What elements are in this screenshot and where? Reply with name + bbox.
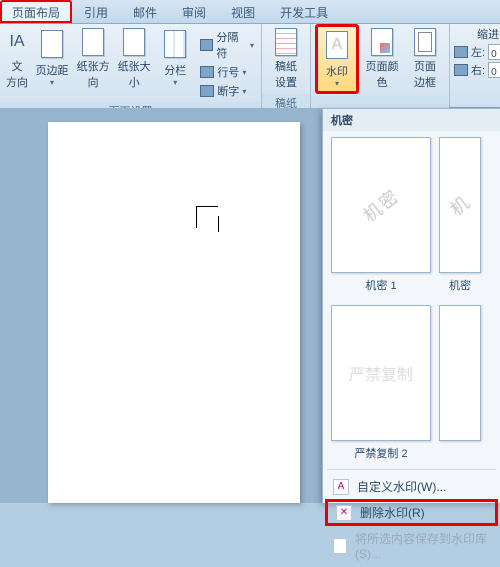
remove-watermark-icon: ✕ <box>336 505 352 521</box>
menu-save-watermark[interactable]: 将所选内容保存到水印库(S)... <box>323 526 500 565</box>
group-page-background: 水印 ▾ 页面颜色 页面 边框 <box>311 24 450 107</box>
menu-label: 删除水印(R) <box>360 504 425 521</box>
text-cursor <box>218 216 219 232</box>
manuscript-settings-button[interactable]: 稿纸 设置 <box>266 26 306 92</box>
crop-mark-icon <box>196 206 218 228</box>
menu-label: 自定义水印(W)... <box>357 478 446 495</box>
chevron-down-icon: ▾ <box>50 78 54 87</box>
indent-heading: 缩进 <box>454 26 500 42</box>
thumb-text: 机密 <box>357 182 405 227</box>
indent-left-label: 左: <box>471 44 485 60</box>
breaks-icon <box>200 39 213 51</box>
text-direction-button[interactable]: IA 文 方向 <box>4 26 30 92</box>
chevron-down-icon: ▾ <box>335 79 339 88</box>
tab-mail[interactable]: 邮件 <box>121 0 170 23</box>
indent-right-input[interactable]: 0 字 <box>488 62 500 78</box>
label: 页面 边框 <box>414 58 436 90</box>
label: 水印 <box>326 63 348 79</box>
gallery-section-header: 机密 <box>323 109 500 131</box>
tab-review[interactable]: 审阅 <box>170 0 219 23</box>
indent-right-label: 右: <box>471 62 485 78</box>
thumb-text: 机 <box>444 189 476 222</box>
divider <box>327 469 496 470</box>
watermark-button[interactable]: 水印 ▾ <box>315 24 359 94</box>
watermark-thumb-partial[interactable] <box>439 305 481 441</box>
label: 页边距 <box>36 62 69 78</box>
line-numbers-icon <box>200 66 214 78</box>
breaks-button[interactable]: 分隔符▾ <box>197 28 257 62</box>
thumb-label: 机密 <box>449 277 471 293</box>
hyphenation-button[interactable]: 断字▾ <box>197 82 257 100</box>
line-numbers-button[interactable]: 行号▾ <box>197 63 257 81</box>
page-setup-small: 分隔符▾ 行号▾ 断字▾ <box>197 26 257 100</box>
label: 文 方向 <box>6 58 28 90</box>
thumb-label: 机密 1 <box>365 277 396 293</box>
orientation-button[interactable]: 纸张方向 <box>74 26 112 92</box>
page-border-button[interactable]: 页面 边框 <box>405 26 445 92</box>
document-page[interactable] <box>48 122 300 503</box>
indent-left-icon <box>454 46 468 58</box>
menu-label: 将所选内容保存到水印库(S)... <box>355 530 490 561</box>
indent-right-icon <box>454 64 468 76</box>
ribbon: IA 文 方向 页边距 ▾ 纸张方向 纸张大小 分栏 ▾ 分 <box>0 24 500 108</box>
chevron-down-icon: ▾ <box>173 78 177 87</box>
label: 页面颜色 <box>364 58 400 90</box>
columns-button[interactable]: 分栏 ▾ <box>156 26 194 92</box>
watermark-thumb-confidential-2[interactable]: 机 <box>439 137 481 273</box>
label: 稿纸 设置 <box>275 58 297 90</box>
save-watermark-icon <box>333 538 347 554</box>
label: 纸张方向 <box>76 58 110 90</box>
group-manuscript: 稿纸 设置 稿纸 <box>262 24 311 107</box>
label: 纸张大小 <box>117 58 151 90</box>
thumb-label: 严禁复制 2 <box>354 445 407 461</box>
menu-custom-watermark[interactable]: A 自定义水印(W)... <box>323 474 500 499</box>
indent-left-input[interactable]: 0 字 <box>488 44 500 60</box>
size-button[interactable]: 纸张大小 <box>115 26 153 92</box>
group-page-setup: IA 文 方向 页边距 ▾ 纸张方向 纸张大小 分栏 ▾ 分 <box>0 24 262 107</box>
menu-remove-watermark[interactable]: ✕ 删除水印(R) <box>325 499 498 526</box>
page-color-button[interactable]: 页面颜色 <box>362 26 402 92</box>
margins-button[interactable]: 页边距 ▾ <box>33 26 71 92</box>
tab-view[interactable]: 视图 <box>219 0 268 23</box>
hyphenation-icon <box>200 85 214 97</box>
watermark-thumb-no-copy-2[interactable]: 严禁复制 <box>331 305 431 441</box>
thumb-text: 严禁复制 <box>349 361 413 385</box>
watermark-gallery: 机密 机密 机密 1 机 机密 严禁复制 严禁复制 2 A 自定义水 <box>322 108 500 503</box>
custom-watermark-icon: A <box>333 479 349 495</box>
label: 分栏 <box>164 62 186 78</box>
tab-developer[interactable]: 开发工具 <box>268 0 341 23</box>
watermark-thumb-confidential-1[interactable]: 机密 <box>331 137 431 273</box>
tab-references[interactable]: 引用 <box>72 0 121 23</box>
tab-page-layout[interactable]: 页面布局 <box>0 0 72 23</box>
group-indent: 缩进 左: 0 字 右: 0 字 <box>450 24 500 107</box>
ribbon-tabs: 页面布局 引用 邮件 审阅 视图 开发工具 <box>0 0 500 24</box>
watermark-icon <box>326 31 348 59</box>
